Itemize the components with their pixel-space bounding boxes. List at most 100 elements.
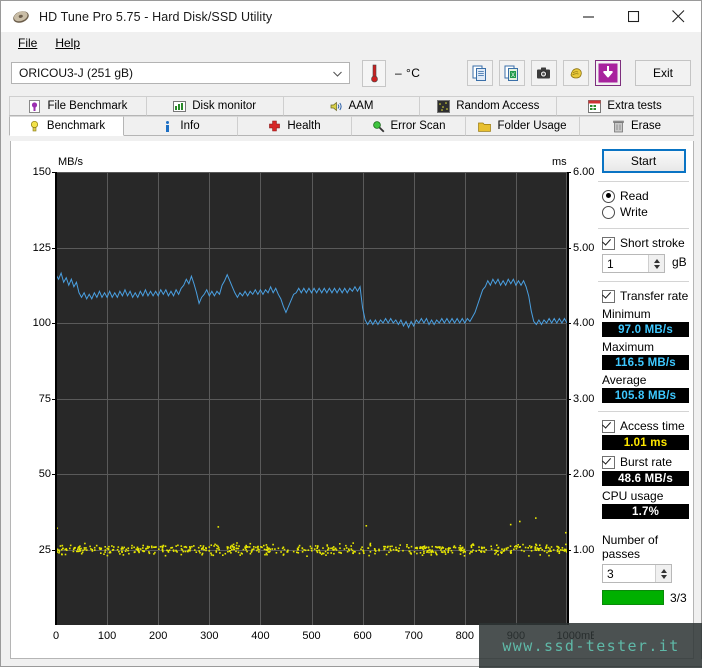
start-button-label: Start <box>631 154 656 168</box>
tab-disk-monitor[interactable]: Disk monitor <box>146 96 284 116</box>
divider-3 <box>598 281 689 282</box>
chart-y2tick-label: 2.00 <box>573 468 594 480</box>
download-icon[interactable] <box>595 60 621 86</box>
divider-1 <box>598 181 689 182</box>
chart-ytick-label: 125 <box>33 242 51 254</box>
checkbox-access-time-indicator <box>602 420 615 433</box>
radio-read-label: Read <box>620 189 649 203</box>
menu-help[interactable]: Help <box>46 34 89 52</box>
window-controls <box>566 1 701 32</box>
chart-xtick-label: 100 <box>98 630 116 642</box>
menu-file[interactable]: File <box>9 34 46 52</box>
chevron-down-icon[interactable] <box>654 265 660 269</box>
exit-button[interactable]: Exit <box>635 60 691 86</box>
checkbox-transfer-rate[interactable]: Transfer rate <box>594 288 693 304</box>
copy-excel-icon[interactable]: X <box>499 60 525 86</box>
chart-y2tick-label: 1.00 <box>573 544 594 556</box>
radio-write-label: Write <box>620 205 648 219</box>
watermark: www.ssd-tester.it <box>479 623 702 668</box>
hand-icon[interactable] <box>563 60 589 86</box>
tab-random-access[interactable]: Random Access <box>419 96 557 116</box>
chevron-up-icon[interactable] <box>661 569 667 573</box>
extra-tests-icon <box>588 100 601 113</box>
window-title: HD Tune Pro 5.75 - Hard Disk/SSD Utility <box>39 10 272 24</box>
pass-progress-row: 3/3 <box>602 590 693 605</box>
close-button[interactable] <box>656 1 701 32</box>
tab-info[interactable]: Info <box>123 116 238 136</box>
radio-read[interactable]: Read <box>594 188 693 204</box>
chart-ytick-label: 100 <box>33 317 51 329</box>
menu-bar: File Help <box>1 32 701 54</box>
tab-extra-tests[interactable]: Extra tests <box>556 96 694 116</box>
chart-series-layer <box>56 172 567 625</box>
tab-info-label: Info <box>180 120 199 132</box>
divider-4 <box>598 411 689 412</box>
chevron-up-icon[interactable] <box>654 259 660 263</box>
chart-y2tick-label: 5.00 <box>573 242 594 254</box>
tab-aam-label: AAM <box>349 100 374 112</box>
benchmark-panel: MB/s ms 2550751001251501.002.003.004.005… <box>10 141 694 659</box>
radio-write-indicator <box>602 206 615 219</box>
menu-help-label: Help <box>55 36 80 50</box>
title-bar: HD Tune Pro 5.75 - Hard Disk/SSD Utility <box>1 1 701 32</box>
radio-write[interactable]: Write <box>594 204 693 220</box>
passes-label: Number of passes <box>594 533 693 561</box>
chart-xtick-label: 600 <box>353 630 371 642</box>
drive-select[interactable]: ORICOU3-J (251 gB) <box>11 62 350 84</box>
chart-xtick-label: 0 <box>53 630 59 642</box>
maximize-button[interactable] <box>611 1 656 32</box>
tab-folder-usage-label: Folder Usage <box>497 120 566 132</box>
minimize-button[interactable] <box>566 1 611 32</box>
copy-icon[interactable] <box>467 60 493 86</box>
checkbox-burst-rate[interactable]: Burst rate <box>594 454 693 470</box>
chart-xtick-label: 400 <box>251 630 269 642</box>
tab-error-scan-label: Error Scan <box>391 120 446 132</box>
checkbox-short-stroke[interactable]: Short stroke <box>594 235 693 251</box>
tab-file-benchmark[interactable]: File Benchmark <box>9 96 147 116</box>
short-stroke-stepper[interactable]: 1 <box>602 254 665 273</box>
short-stroke-value: 1 <box>603 257 648 271</box>
pass-progress-text: 3/3 <box>670 591 687 605</box>
tab-folder-usage[interactable]: Folder Usage <box>465 116 580 136</box>
chart-ytick-label: 25 <box>39 544 51 556</box>
tab-aam[interactable]: AAM <box>283 96 421 116</box>
benchmark-chart: MB/s ms 2550751001251501.002.003.004.005… <box>11 141 581 657</box>
checkbox-short-stroke-label: Short stroke <box>620 236 685 250</box>
tab-extra-tests-label: Extra tests <box>607 100 661 112</box>
drive-select-value: ORICOU3-J (251 gB) <box>19 66 133 80</box>
chart-xtick-label: 800 <box>456 630 474 642</box>
checkbox-access-time[interactable]: Access time <box>594 418 693 434</box>
tab-health[interactable]: Health <box>237 116 352 136</box>
access-time-value: 1.01 ms <box>602 435 689 450</box>
random-access-icon <box>437 100 450 113</box>
start-button[interactable]: Start <box>602 149 686 173</box>
tab-erase[interactable]: Erase <box>579 116 694 136</box>
checkbox-transfer-rate-label: Transfer rate <box>620 289 688 303</box>
info-icon <box>161 120 174 133</box>
tab-bar: File Benchmark Disk monitor AAM Random A… <box>9 96 693 136</box>
chevron-down-icon <box>332 68 343 79</box>
watermark-text: www.ssd-tester.it <box>502 637 679 655</box>
tab-benchmark-label: Benchmark <box>47 120 105 132</box>
maximum-label: Maximum <box>594 340 693 354</box>
checkbox-burst-rate-label: Burst rate <box>620 455 672 469</box>
health-icon <box>268 120 281 133</box>
short-stroke-unit: gB <box>672 255 687 269</box>
chart-y2tick-label: 4.00 <box>573 317 594 329</box>
minimum-value: 97.0 MB/s <box>602 322 689 337</box>
exit-button-label: Exit <box>653 66 673 80</box>
chevron-down-icon[interactable] <box>661 575 667 579</box>
tab-row-1: File Benchmark Disk monitor AAM Random A… <box>9 96 693 116</box>
burst-rate-value: 48.6 MB/s <box>602 471 689 486</box>
screenshot-icon[interactable] <box>531 60 557 86</box>
passes-stepper[interactable]: 3 <box>602 564 672 583</box>
short-stroke-arrows[interactable] <box>648 255 664 272</box>
tab-health-label: Health <box>287 120 320 132</box>
chart-y2tick-label: 6.00 <box>573 166 594 178</box>
passes-arrows[interactable] <box>655 565 671 582</box>
tab-error-scan[interactable]: Error Scan <box>351 116 466 136</box>
tab-benchmark[interactable]: Benchmark <box>9 116 124 136</box>
checkbox-transfer-rate-indicator <box>602 290 615 303</box>
disk-monitor-icon <box>173 100 186 113</box>
menu-file-label: File <box>18 36 37 50</box>
